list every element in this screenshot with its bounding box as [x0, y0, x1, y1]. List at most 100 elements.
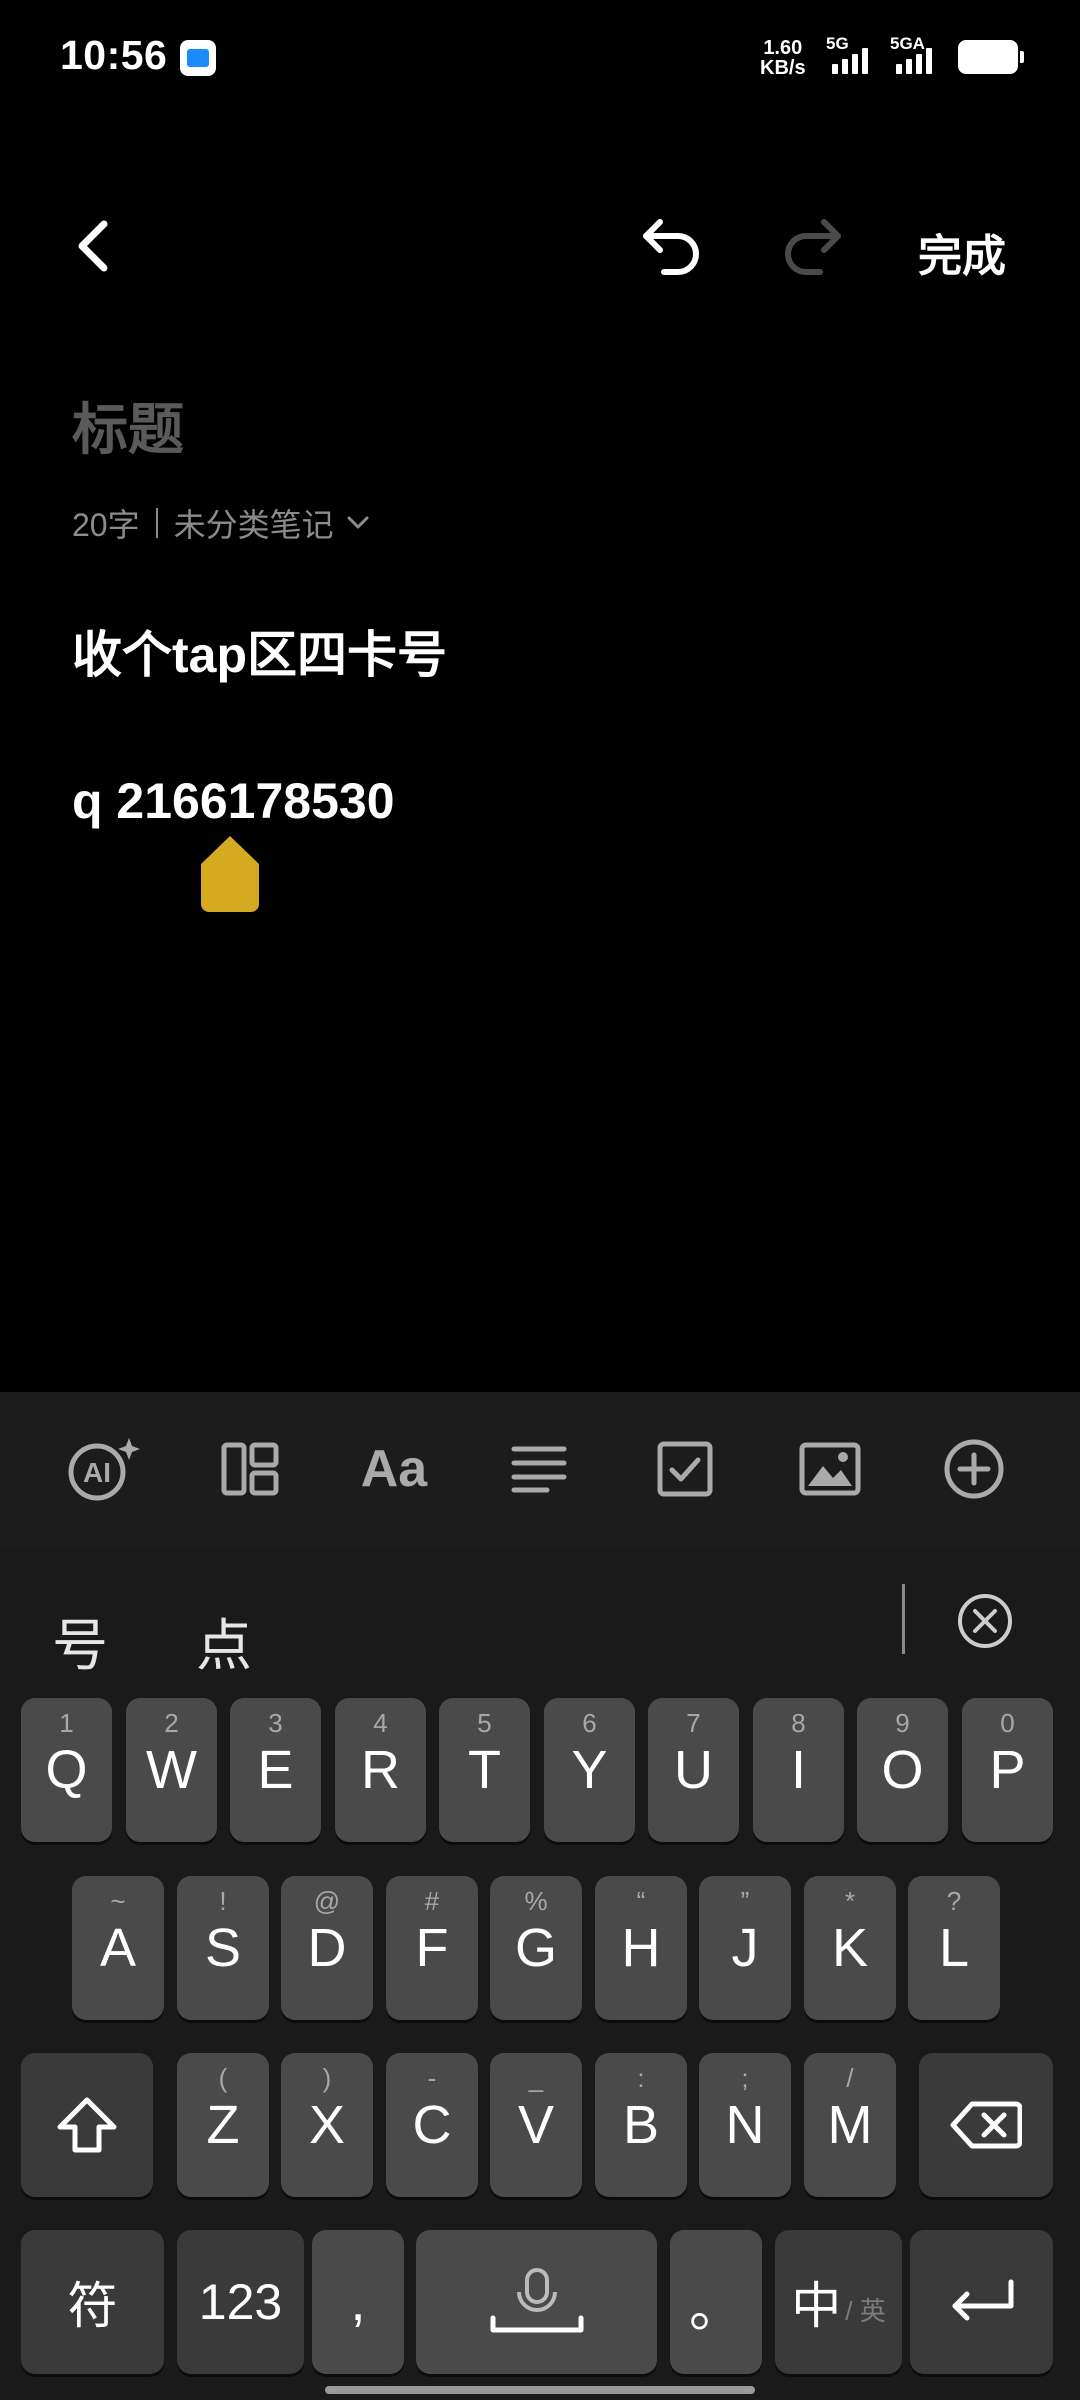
key-k[interactable]: * K — [804, 1876, 896, 2020]
key-i[interactable]: 8I — [753, 1698, 844, 1842]
image-icon — [799, 1442, 861, 1496]
backspace-key[interactable] — [919, 2053, 1053, 2197]
network-speed-value: 1.60 — [763, 37, 803, 59]
candidate-word[interactable]: 点 — [196, 1601, 252, 1682]
key-label: I — [790, 1740, 806, 1800]
key-sub-label: / — [846, 2063, 854, 2093]
layout-button[interactable] — [205, 1424, 295, 1514]
key-sub-label: 9 — [895, 1708, 910, 1738]
key-n[interactable]: ; N — [699, 2053, 791, 2197]
comma-key[interactable]: , — [312, 2230, 404, 2374]
period-key[interactable]: 。 — [670, 2230, 762, 2374]
key-label: J — [731, 1918, 759, 1978]
key-label: A — [99, 1918, 137, 1978]
keyboard: 号 点 1Q 2W 3E 4R 5T 6Y 7U 8I 9O 0P ~ A ! S … — [0, 1546, 1080, 2400]
category-selector[interactable]: 未分类笔记 — [174, 500, 372, 546]
redo-button[interactable] — [772, 208, 852, 284]
done-button[interactable]: 完成 — [918, 220, 1006, 284]
key-sub-label: 1 — [59, 1708, 74, 1738]
shift-key[interactable] — [21, 2053, 153, 2197]
key-g[interactable]: % G — [490, 1876, 582, 2020]
key-q[interactable]: 1Q — [21, 1698, 112, 1842]
key-h[interactable]: “H — [595, 1876, 687, 2020]
add-button[interactable] — [929, 1424, 1019, 1514]
key-sub-label: 0 — [1000, 1708, 1015, 1738]
numbers-key[interactable]: 123 — [177, 2230, 304, 2374]
candidate-word[interactable]: 号 — [52, 1601, 108, 1682]
key-d[interactable]: @ D — [281, 1876, 373, 2020]
key-f[interactable]: # F — [386, 1876, 478, 2020]
key-sub-label: ~ — [110, 1886, 126, 1916]
ai-button[interactable]: AI — [58, 1424, 148, 1514]
language-switch-key[interactable]: 中 / 英 — [775, 2230, 902, 2374]
add-icon — [944, 1439, 1004, 1499]
key-sub-label: 3 — [268, 1708, 283, 1738]
key-sub-label: ; — [741, 2063, 749, 2093]
undo-icon — [643, 219, 699, 275]
key-sub-label: ( — [218, 2063, 228, 2093]
key-label: L — [938, 1918, 970, 1978]
key-o[interactable]: 9O — [857, 1698, 948, 1842]
note-title-placeholder[interactable]: 标题 — [72, 385, 184, 466]
key-label: 符 — [67, 2278, 118, 2334]
key-a[interactable]: ~ A — [72, 1876, 164, 2020]
key-label: Q — [45, 1740, 88, 1800]
space-key[interactable] — [416, 2230, 657, 2374]
key-sub-label: % — [524, 1886, 548, 1916]
key-label: G — [514, 1918, 557, 1978]
word-count: 20字 — [72, 507, 140, 543]
chevron-down-icon — [347, 516, 369, 529]
enter-key[interactable] — [910, 2230, 1053, 2374]
key-e[interactable]: 3E — [230, 1698, 321, 1842]
text-cursor-handle[interactable] — [199, 834, 261, 914]
key-l[interactable]: ? L — [908, 1876, 1000, 2020]
key-label: U — [674, 1740, 713, 1800]
undo-button[interactable] — [632, 208, 712, 284]
key-m[interactable]: / M — [804, 2053, 896, 2197]
key-j[interactable]: ” J — [699, 1876, 791, 2020]
text-style-button[interactable]: Aa — [349, 1424, 439, 1514]
key-label: R — [361, 1740, 400, 1800]
key-v[interactable]: _ V — [490, 2053, 582, 2197]
checkbox-icon — [657, 1441, 713, 1497]
key-w[interactable]: 2W — [126, 1698, 217, 1842]
home-indicator[interactable] — [325, 2386, 755, 2394]
checklist-button[interactable] — [640, 1424, 730, 1514]
key-sub-label: ? — [946, 1886, 962, 1916]
cursor-handle-icon — [201, 836, 259, 912]
key-label: T — [468, 1740, 501, 1800]
key-label: Y — [571, 1740, 608, 1800]
meta-divider — [155, 508, 158, 538]
key-p[interactable]: 0P — [962, 1698, 1053, 1842]
key-label: 。 — [689, 2277, 743, 2338]
key-label: S — [204, 1918, 242, 1978]
text-style-icon: Aa — [360, 1440, 428, 1498]
key-label: 中 — [791, 2278, 842, 2334]
key-sub-label: - — [427, 2063, 437, 2093]
key-x[interactable]: ) X — [281, 2053, 373, 2197]
status-time: 10:56 — [60, 32, 168, 78]
key-y[interactable]: 6Y — [544, 1698, 635, 1842]
close-candidates-button[interactable] — [950, 1586, 1020, 1656]
key-c[interactable]: -C — [386, 2053, 478, 2197]
insert-image-button[interactable] — [785, 1424, 875, 1514]
key-t[interactable]: 5T — [439, 1698, 530, 1842]
key-s[interactable]: ! S — [177, 1876, 269, 2020]
key-r[interactable]: 4R — [335, 1698, 426, 1842]
key-u[interactable]: 7U — [648, 1698, 739, 1842]
note-body-line[interactable]: 收个tap区四卡号 — [72, 615, 447, 687]
ai-label: AI — [83, 1457, 111, 1488]
key-z[interactable]: (Z — [177, 2053, 269, 2197]
note-meta: 20字 未分类笔记 — [72, 500, 372, 546]
signal-sim2-icon: 5GA — [890, 34, 946, 76]
note-body-line[interactable]: q 2166178530 — [72, 772, 395, 830]
key-label: X — [308, 2095, 346, 2155]
align-button[interactable] — [494, 1424, 584, 1514]
key-b[interactable]: :B — [595, 2053, 687, 2197]
key-sub-label: 8 — [791, 1708, 806, 1738]
battery-icon — [958, 40, 1024, 74]
close-circle-icon — [958, 1594, 1012, 1648]
symbols-key[interactable]: 符 — [21, 2230, 164, 2374]
layout-icon — [221, 1442, 279, 1496]
back-button[interactable] — [62, 210, 126, 282]
